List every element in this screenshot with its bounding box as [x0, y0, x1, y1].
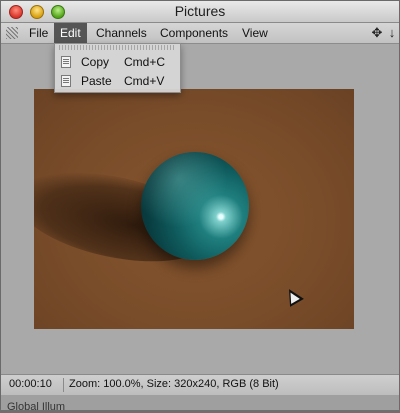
bottom-panel: Global Illum — [1, 395, 399, 413]
menu-item-label: Copy — [81, 55, 110, 69]
menu-file[interactable]: File — [23, 23, 54, 43]
dropdown-grip-icon[interactable] — [59, 45, 175, 50]
bottom-panel-label: Global Illum — [7, 401, 66, 413]
sphere-highlight — [141, 152, 249, 260]
menu-bar: File Edit Channels Components View ✥ ↓ — [1, 23, 399, 44]
menu-item-copy[interactable]: Copy Cmd+C — [55, 53, 180, 71]
status-bar: 00:00:10 Zoom: 100.0%, Size: 320x240, RG… — [1, 374, 399, 395]
menu-item-label: Paste — [81, 74, 112, 88]
status-time: 00:00:10 — [9, 378, 52, 390]
rendered-image — [34, 89, 354, 329]
status-divider — [63, 378, 64, 392]
move-icon[interactable]: ✥ — [370, 26, 384, 40]
picture-viewer-window: Pictures File Edit Channels Components V… — [0, 0, 400, 413]
menu-item-shortcut: Cmd+V — [124, 74, 165, 88]
status-info: Zoom: 100.0%, Size: 320x240, RGB (8 Bit) — [69, 378, 279, 390]
grip-icon[interactable] — [6, 27, 18, 39]
image-viewport[interactable] — [1, 44, 399, 374]
menu-item-paste[interactable]: Paste Cmd+V — [55, 72, 180, 90]
document-icon — [61, 56, 71, 68]
menu-item-shortcut: Cmd+C — [124, 55, 166, 69]
edit-menu-dropdown: Copy Cmd+C Paste Cmd+V — [54, 43, 181, 93]
menu-edit[interactable]: Edit — [54, 23, 87, 43]
window-title: Pictures — [174, 3, 226, 19]
menu-channels[interactable]: Channels — [90, 23, 153, 43]
menu-view[interactable]: View — [236, 23, 274, 43]
document-icon — [61, 75, 71, 87]
menu-components[interactable]: Components — [154, 23, 234, 43]
title-bar[interactable]: Pictures — [1, 1, 399, 23]
down-arrow-icon[interactable]: ↓ — [386, 26, 398, 40]
